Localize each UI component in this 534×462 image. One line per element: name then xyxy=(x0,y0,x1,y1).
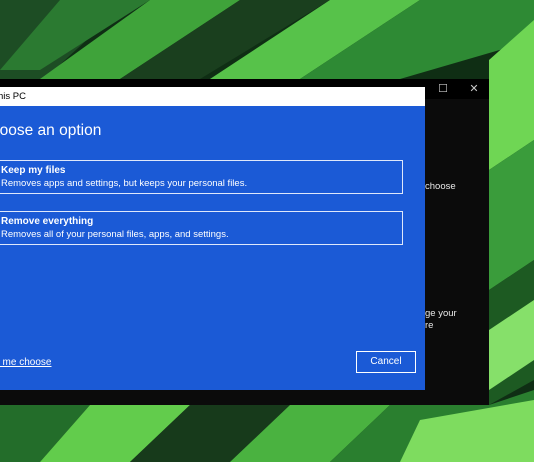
reset-pc-dialog: his PC hoose an option Keep my files Rem… xyxy=(0,87,425,390)
option-title: Remove everything xyxy=(1,216,94,227)
help-me-choose-link[interactable]: lp me choose xyxy=(0,357,51,368)
dialog-titlebar: his PC xyxy=(0,87,425,106)
remove-everything-option[interactable]: Remove everything Removes all of your pe… xyxy=(0,211,403,245)
background-text-line-1: ge your xyxy=(425,308,457,319)
background-text-line-2: re xyxy=(425,320,434,331)
maximize-icon[interactable]: ☐ xyxy=(434,81,452,97)
dialog-heading: hoose an option xyxy=(0,122,102,139)
close-icon[interactable]: ✕ xyxy=(465,81,483,97)
cancel-button[interactable]: Cancel xyxy=(356,351,416,373)
option-description: Removes apps and settings, but keeps you… xyxy=(1,178,248,189)
background-text-choose: choose xyxy=(425,181,456,192)
keep-my-files-option[interactable]: Keep my files Removes apps and settings,… xyxy=(0,160,403,194)
option-title: Keep my files xyxy=(1,165,66,176)
option-description: Removes all of your personal files, apps… xyxy=(1,229,229,240)
dialog-title: his PC xyxy=(0,91,26,102)
